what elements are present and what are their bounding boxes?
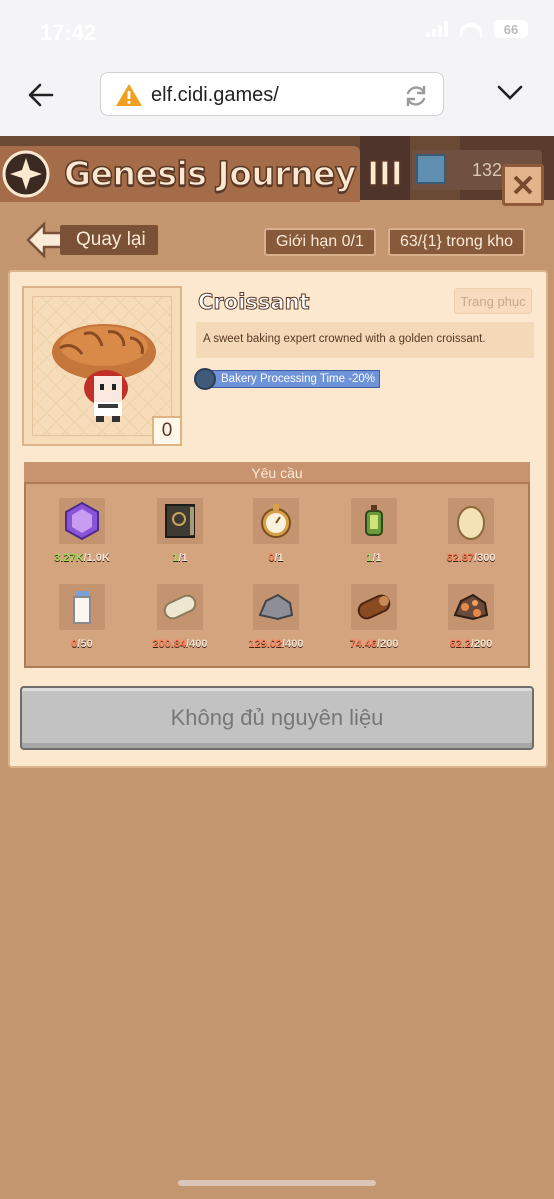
requirement-quantity: 62.87/300 — [447, 552, 496, 564]
requirement-quantity: 62.2/200 — [450, 638, 493, 650]
birch-log-icon — [157, 584, 203, 630]
croissant-character-icon — [52, 324, 156, 422]
milk-bottle-icon — [59, 584, 105, 630]
gem-count: 132 — [472, 160, 503, 180]
requirement-quantity: 1/1 — [366, 552, 381, 564]
back-button-label: Quay lại — [60, 225, 158, 255]
requirement-slot[interactable]: 3.27K/1.0K — [54, 498, 110, 564]
buff-badge: Bakery Processing Time -20% — [194, 368, 381, 390]
requirement-quantity: 0/50 — [71, 638, 92, 650]
pocket-watch-icon — [253, 498, 299, 544]
requirement-slot[interactable]: 1/1 — [154, 498, 206, 564]
buff-label: Bakery Processing Time -20% — [210, 370, 381, 388]
requirement-slot[interactable]: 200.84/400 — [152, 584, 208, 650]
page-title: Genesis Journey III — [63, 153, 403, 194]
wood-log-icon — [351, 584, 397, 630]
requirement-slot[interactable]: 129.02/400 — [248, 584, 304, 650]
limit-badge: Giới hạn 0/1 — [264, 228, 376, 256]
lantern-icon — [351, 498, 397, 544]
requirement-quantity: 74.46/200 — [350, 638, 399, 650]
requirement-slot[interactable]: 62.2/200 — [445, 584, 497, 650]
requirement-slot[interactable]: 0/50 — [56, 584, 108, 650]
quantity-have: 62.87 — [446, 552, 475, 564]
url-text[interactable]: elf.cidi.games/ — [151, 84, 279, 107]
requirement-quantity: 0/1 — [268, 552, 283, 564]
quantity-need: /1 — [372, 552, 382, 564]
back-button[interactable]: Quay lại — [26, 222, 158, 258]
item-type-tag: Trang phục — [454, 288, 532, 314]
requirement-quantity: 3.27K/1.0K — [54, 552, 110, 564]
quantity-need: /1.0K — [83, 552, 110, 564]
chevron-down-icon[interactable] — [496, 84, 524, 102]
requirement-quantity: 129.02/400 — [248, 638, 303, 650]
requirements-title: Yêu cầu — [24, 462, 530, 484]
quantity-need: /400 — [282, 638, 304, 650]
quantity-need: /200 — [471, 638, 493, 650]
genesis-logo-icon — [2, 150, 50, 198]
reload-icon[interactable] — [403, 83, 429, 109]
egg-icon — [448, 498, 494, 544]
purple-crystal-icon — [59, 498, 105, 544]
browser-chrome: 17:42 66 elf.cidi.games/ — [0, 0, 554, 136]
quantity-have: 129.02 — [248, 638, 283, 650]
quantity-need: /400 — [186, 638, 208, 650]
quantity-need: /50 — [77, 638, 93, 650]
quantity-need: /1 — [274, 552, 284, 564]
spell-book-icon — [157, 498, 203, 544]
requirement-quantity: 200.84/400 — [152, 638, 207, 650]
cellular-signal-icon — [426, 21, 448, 37]
quantity-have: 74.46 — [349, 638, 378, 650]
requirement-slot[interactable]: 62.87/300 — [445, 498, 497, 564]
stock-badge: 63/{1} trong kho — [388, 228, 525, 256]
quantity-have: 62.2 — [449, 638, 471, 650]
status-time: 17:42 — [40, 20, 97, 45]
craft-button[interactable]: Không đủ nguyên liệu — [20, 686, 534, 750]
close-button[interactable] — [502, 164, 544, 206]
quantity-need: /200 — [377, 638, 399, 650]
close-icon — [513, 175, 533, 195]
quantity-have: 3.27K — [54, 552, 84, 564]
address-bar[interactable]: elf.cidi.games/ — [100, 72, 444, 116]
requirement-slot[interactable]: 74.46/200 — [348, 584, 400, 650]
browser-back-icon[interactable] — [26, 80, 56, 110]
item-description: A sweet baking expert crowned with a gol… — [196, 322, 534, 358]
home-indicator[interactable] — [178, 1180, 376, 1186]
owned-count: 0 — [152, 416, 182, 446]
quantity-have: 200.84 — [152, 638, 187, 650]
copper-ore-icon — [448, 584, 494, 630]
requirement-quantity: 1/1 — [172, 552, 187, 564]
stone-icon — [253, 584, 299, 630]
battery-icon: 66 — [494, 20, 528, 38]
clock-icon — [194, 368, 216, 390]
requirement-slot[interactable]: 1/1 — [348, 498, 400, 564]
requirement-slot[interactable]: 0/1 — [250, 498, 302, 564]
item-name: Croissant — [198, 290, 311, 315]
quantity-need: /300 — [474, 552, 496, 564]
gem-icon — [416, 154, 446, 184]
quantity-need: /1 — [178, 552, 188, 564]
warning-icon — [116, 84, 142, 106]
status-bar: 17:42 66 — [0, 0, 554, 56]
wifi-icon — [460, 21, 482, 37]
